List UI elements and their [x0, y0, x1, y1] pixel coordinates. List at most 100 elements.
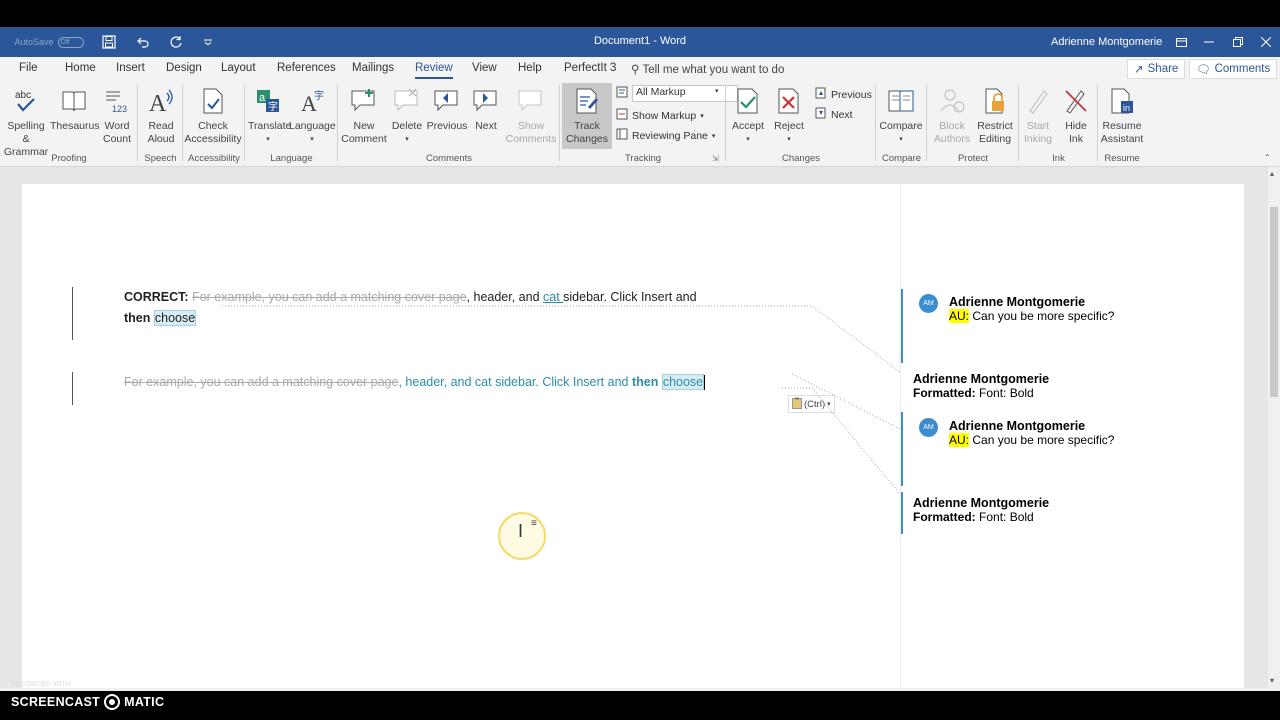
reject-button[interactable]: Reject ▾: [770, 85, 808, 146]
track-changes-button[interactable]: Track Changes: [562, 83, 612, 149]
comment-text: Can you be more specific?: [972, 309, 1115, 323]
screencast-logo: SCREENCAST MATIC: [11, 694, 164, 710]
comment-author: Adrienne Montgomerie: [949, 295, 1086, 309]
vertical-scrollbar[interactable]: ▴ ▾: [1268, 167, 1280, 691]
tab-design[interactable]: Design: [166, 62, 202, 74]
ribbon-display-icon[interactable]: [1174, 33, 1188, 51]
block-authors-label: Block Authors: [933, 120, 971, 145]
group-protect: Protect: [957, 153, 989, 164]
show-markup-label: Show Markup: [632, 109, 697, 122]
recorded-with-text: RECORDED WITH: [11, 681, 71, 688]
format-balloon[interactable]: Adrienne Montgomerie Formatted: Font: Bo…: [913, 372, 1049, 400]
share-icon: ↗: [1134, 64, 1144, 76]
tab-help[interactable]: Help: [518, 62, 542, 74]
delete-comment-button[interactable]: Delete ▾: [390, 85, 424, 146]
scroll-up-icon[interactable]: ▴: [1270, 169, 1274, 178]
close-icon[interactable]: [1259, 33, 1273, 51]
title-bar: AutoSave Off Document1 - Word Adrienne M…: [0, 27, 1280, 57]
next-comment-icon: [470, 85, 502, 117]
tell-me-search[interactable]: ⚲ Tell me what you want to do: [631, 62, 784, 76]
tab-mailings[interactable]: Mailings: [352, 62, 394, 74]
thesaurus-button[interactable]: Thesaurus: [50, 85, 100, 133]
tab-layout[interactable]: Layout: [221, 62, 256, 74]
tell-me-text: Tell me what you want to do: [642, 64, 785, 76]
document-page[interactable]: CORRECT: For example, you can add a matc…: [22, 184, 900, 691]
comment-bar: [901, 412, 903, 486]
language-button[interactable]: A字 Language ▾: [289, 85, 336, 146]
tab-review[interactable]: Review: [415, 62, 453, 79]
share-button[interactable]: ↗ Share: [1127, 59, 1186, 79]
document-area: CORRECT: For example, you can add a matc…: [0, 167, 1268, 691]
avatar: AM: [919, 418, 938, 437]
show-comments-button[interactable]: Show Comments: [505, 85, 557, 146]
restrict-editing-button[interactable]: Restrict Editing: [975, 85, 1015, 146]
markup-area: AM Adrienne Montgomerie AU: Can you be m…: [900, 184, 1244, 691]
tab-home[interactable]: Home: [65, 62, 96, 74]
minimize-icon[interactable]: [1202, 33, 1216, 51]
reviewing-pane-icon: [616, 128, 628, 143]
block-authors-button[interactable]: Block Authors: [930, 85, 974, 146]
format-author: Adrienne Montgomerie: [913, 496, 1050, 510]
user-name[interactable]: Adrienne Montgomerie: [1051, 36, 1162, 48]
format-author: Adrienne Montgomerie: [913, 372, 1050, 386]
scroll-down-icon[interactable]: ▾: [1270, 676, 1274, 685]
language-label: Language: [289, 120, 336, 132]
comment-tag: AU:: [949, 309, 970, 323]
collapse-ribbon-icon[interactable]: ⌃: [1264, 153, 1271, 162]
next-label: Next: [475, 120, 497, 132]
translate-button[interactable]: a字 Translate ▾: [248, 85, 291, 146]
comment-text: Can you be more specific?: [972, 433, 1115, 447]
markup-dropdown-icon[interactable]: ▾: [715, 87, 719, 95]
read-aloud-button[interactable]: A Read Aloud: [143, 85, 179, 146]
tab-perfectit[interactable]: PerfectIt 3: [564, 62, 616, 74]
group-changes: Changes: [781, 153, 821, 164]
comment-balloon[interactable]: Adrienne Montgomerie AU: Can you be more…: [949, 419, 1114, 447]
format-balloon[interactable]: Adrienne Montgomerie Formatted: Font: Bo…: [913, 496, 1049, 524]
group-proofing: Proofing: [51, 153, 87, 164]
show-markup-button[interactable]: Show Markup ▾: [616, 108, 704, 123]
hide-ink-button[interactable]: Hide Ink: [1058, 85, 1094, 146]
start-inking-button[interactable]: Start Inking: [1021, 85, 1055, 146]
word-count-button[interactable]: 123 Word Count: [100, 85, 134, 146]
comments-button[interactable]: 🗨 Comments: [1189, 59, 1278, 79]
accept-label: Accept: [731, 120, 765, 132]
translate-dropdown-icon: ▾: [266, 136, 270, 143]
tab-file[interactable]: File: [19, 62, 38, 74]
svg-text:in: in: [1123, 103, 1130, 113]
resume-assistant-button[interactable]: in Resume Assistant: [1100, 85, 1144, 146]
restore-icon[interactable]: [1231, 33, 1245, 51]
spelling-grammar-button[interactable]: abc Spelling & Grammar: [3, 85, 49, 159]
next-comment-button[interactable]: Next: [470, 85, 502, 133]
comment-balloon[interactable]: Adrienne Montgomerie AU: Can you be more…: [949, 295, 1114, 323]
comments-label: Comments: [1214, 63, 1271, 75]
tab-insert[interactable]: Insert: [116, 62, 145, 74]
language-icon: A字: [289, 85, 335, 117]
tab-view[interactable]: View: [472, 62, 497, 74]
next-change-button[interactable]: Next: [815, 107, 853, 122]
reviewing-pane-button[interactable]: Reviewing Pane ▾: [616, 128, 715, 143]
track-changes-icon: [562, 85, 612, 117]
previous-change-button[interactable]: Previous: [815, 87, 872, 102]
accept-button[interactable]: Accept ▾: [729, 85, 767, 146]
markup-select[interactable]: All Markup: [616, 85, 738, 102]
format-text: Font: Bold: [979, 510, 1034, 524]
new-comment-button[interactable]: New Comment: [340, 85, 388, 146]
restrict-editing-label: Restrict Editing: [977, 120, 1013, 145]
accept-icon: [729, 85, 767, 117]
previous-comment-button[interactable]: Previous: [426, 85, 468, 133]
compare-button[interactable]: Compare ▾: [878, 85, 924, 146]
markup-icon: [616, 86, 628, 101]
comment-bubble-icon: 🗨: [1196, 64, 1211, 76]
text-cursor-icon: I: [518, 521, 524, 541]
track-changes-label: Track Changes: [565, 120, 609, 145]
read-aloud-label: Read Aloud: [147, 120, 175, 145]
hide-ink-icon: [1058, 85, 1094, 117]
tab-references[interactable]: References: [277, 62, 336, 74]
group-compare: Compare: [881, 153, 922, 164]
word-count-label: Word Count: [102, 120, 132, 145]
delete-label: Delete: [391, 120, 423, 132]
screencast-watermark: RECORDED WITH SCREENCAST MATIC: [0, 681, 1280, 720]
check-accessibility-button[interactable]: Check Accessibility: [184, 85, 242, 146]
scroll-thumb[interactable]: [1270, 207, 1278, 397]
comment-tag: AU:: [949, 433, 970, 447]
